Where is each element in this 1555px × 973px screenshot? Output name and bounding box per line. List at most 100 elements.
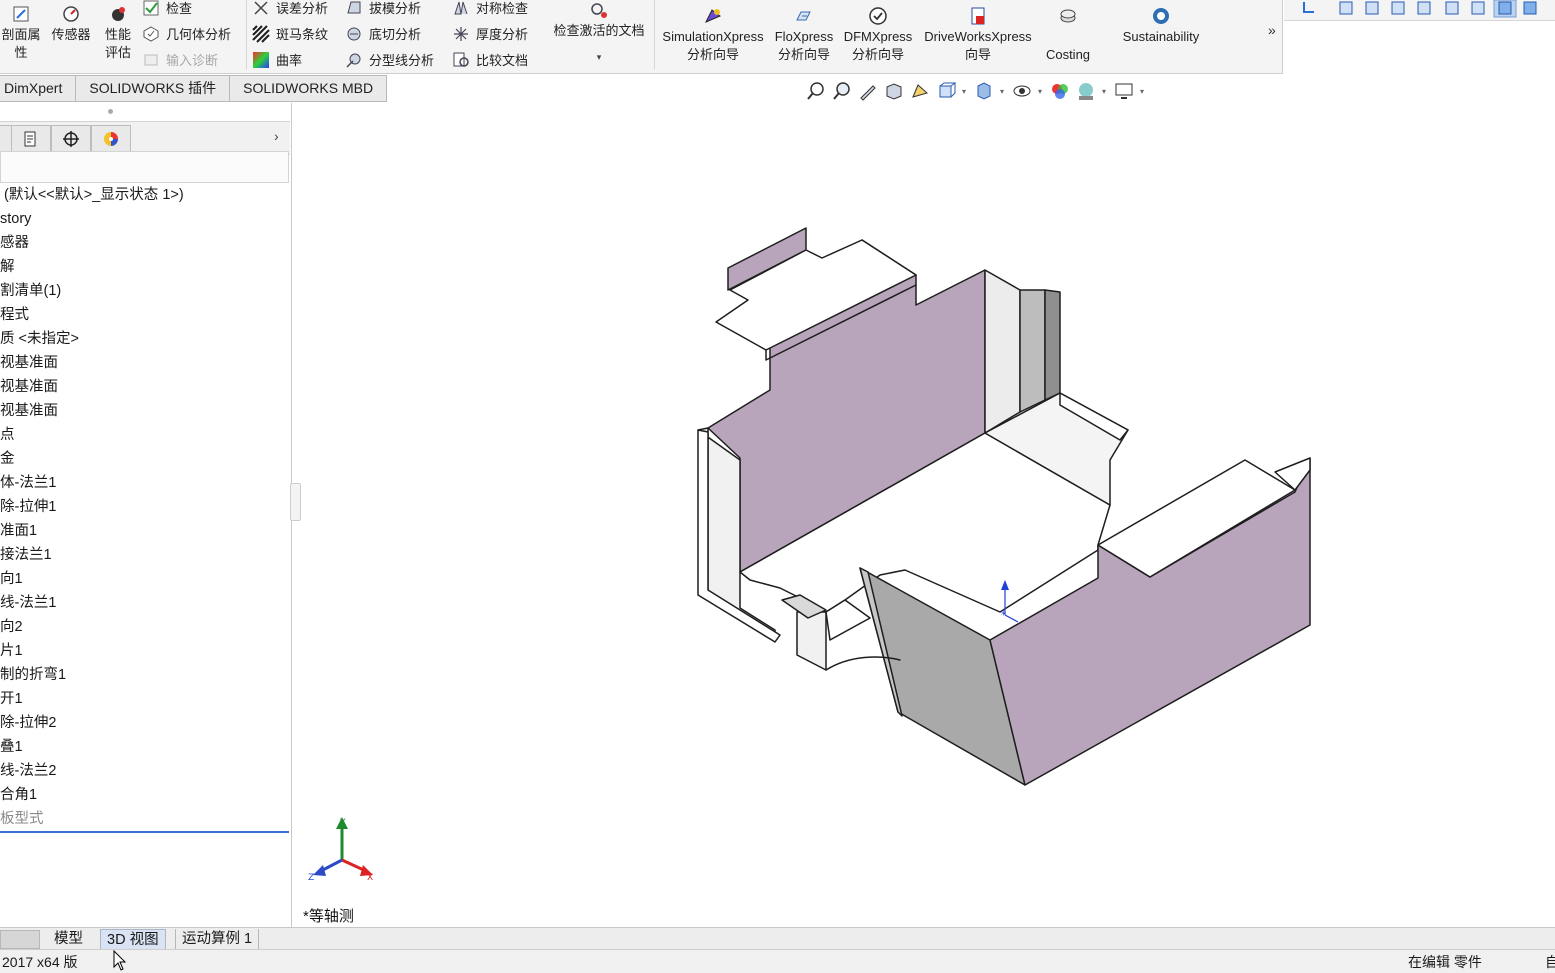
view-orientation-icons[interactable] (1296, 0, 1555, 18)
undercut-analysis-button[interactable]: 底切分析 (345, 24, 421, 43)
chevron-right-icon[interactable]: › (274, 128, 279, 144)
triad-z-label: Z (308, 873, 314, 883)
tree-node-line-flange-1[interactable]: 线-法兰1 (0, 591, 290, 615)
tree-node-sheet-metal[interactable]: 金 (0, 447, 290, 471)
compare-icon (453, 52, 469, 67)
tree-node-sensors[interactable]: 感器 (0, 231, 290, 255)
tab-display-manager[interactable] (91, 125, 131, 152)
tab-model[interactable]: 模型 (48, 929, 89, 949)
thickness-analysis-button[interactable]: 厚度分析 (452, 24, 528, 43)
heads-up-view-toolbar: ▾ ▾ ▾ ▾ ▾ (806, 80, 1146, 102)
floxpress-button[interactable]: FloXpress 分析向导 (770, 6, 838, 64)
driveworksxpress-button[interactable]: DriveWorksXpress 向导 (920, 6, 1036, 64)
symmetry-label: 对称检查 (476, 1, 529, 16)
panel-grip-icon[interactable] (108, 109, 113, 114)
tab-solidworks-mbd[interactable]: SOLIDWORKS MBD (230, 75, 388, 102)
tab-configuration-manager[interactable] (51, 125, 91, 152)
tree-node-cut-extrude-1[interactable]: 除-拉伸1 (0, 495, 290, 519)
geometry-analysis-button[interactable]: 几何体分析 (142, 24, 231, 43)
view-orientation-icon[interactable] (936, 81, 956, 101)
zoom-to-fit-icon[interactable] (806, 81, 826, 101)
tree-node-root-config[interactable]: (默认<<默认>_显示状态 1>) (0, 183, 290, 207)
driveworksxpress-line2: 向导 (964, 47, 991, 62)
tree-node-origin[interactable]: 点 (0, 423, 290, 447)
display-style-icon[interactable] (974, 81, 994, 101)
tab-dimxpert[interactable]: DimXpert (0, 75, 77, 102)
view-orientation-label: *等轴测 (303, 908, 354, 925)
undercut-icon (347, 27, 361, 40)
curvature-button[interactable]: 曲率 (252, 50, 302, 69)
chevron-down-icon[interactable]: ▾ (1102, 87, 1108, 96)
tab-solidworks-addins[interactable]: SOLIDWORKS 插件 (76, 75, 231, 102)
command-manager-tabs: DimXpert SOLIDWORKS 插件 SOLIDWORKS MBD (0, 75, 388, 102)
performance-evaluation-button[interactable]: 性能 评估 (100, 4, 136, 62)
check-button[interactable]: 检查 (142, 0, 192, 17)
tree-node-unfold-1[interactable]: 开1 (0, 687, 290, 711)
status-right-label[interactable]: 自 (1545, 952, 1555, 972)
symmetry-check-button[interactable]: 对称检查 (452, 0, 528, 17)
tree-node-plane-1[interactable]: 准面1 (0, 519, 290, 543)
deviation-analysis-button[interactable]: 误差分析 (252, 0, 328, 17)
feature-tree-filter[interactable] (0, 151, 289, 183)
dfmxpress-line2: 分析向导 (851, 47, 904, 62)
compare-documents-button[interactable]: 比较文档 (452, 50, 528, 69)
tree-node-direction-2[interactable]: 向2 (0, 615, 290, 639)
tree-node-direction-1[interactable]: 向1 (0, 567, 290, 591)
zoom-to-area-icon[interactable] (832, 81, 852, 101)
tree-node-flat-pattern[interactable]: 板型式 (0, 807, 290, 831)
section-view-icon[interactable] (884, 81, 904, 101)
tree-node-line-flange-2[interactable]: 线-法兰2 (0, 759, 290, 783)
chevron-down-icon[interactable]: ▾ (548, 48, 650, 66)
zebra-stripes-button[interactable]: 斑马条纹 (252, 24, 328, 43)
tree-node-right-plane[interactable]: 视基准面 (0, 399, 290, 423)
isometric-view-icon (1498, 1, 1512, 15)
dfmxpress-button[interactable]: DFMXpress 分析向导 (840, 6, 916, 64)
sensor-button[interactable]: 传感器 (48, 4, 94, 44)
simulationxpress-button[interactable]: SimulationXpress 分析向导 (658, 6, 768, 64)
dynamic-annotation-icon[interactable] (910, 81, 930, 101)
chevron-down-icon[interactable]: ▾ (1140, 87, 1146, 96)
dfmxpress-icon (869, 7, 887, 25)
check-active-document-button[interactable]: 检查激活的文档 ▾ (548, 0, 650, 66)
ribbon-separator (246, 0, 247, 70)
simulationxpress-line1: SimulationXpress (662, 29, 764, 44)
draft-icon (347, 1, 361, 13)
tree-node-cut-list[interactable]: 割清单(1) (0, 279, 290, 303)
chevron-down-icon[interactable]: ▾ (962, 87, 968, 96)
tree-node-history[interactable]: story (0, 207, 290, 231)
ribbon-overflow-chevron-icon[interactable]: » (1268, 22, 1276, 38)
sheet-metal-model-viewport[interactable]: * (680, 220, 1330, 800)
tree-node-top-plane[interactable]: 视基准面 (0, 375, 290, 399)
tree-node-annotations[interactable]: 解 (0, 255, 290, 279)
tree-node-equations[interactable]: 程式 (0, 303, 290, 327)
edit-appearance-icon[interactable] (1050, 81, 1070, 101)
parting-line-analysis-button[interactable]: 分型线分析 (345, 50, 434, 69)
tree-node-tab-1[interactable]: 片1 (0, 639, 290, 663)
chevron-down-icon[interactable]: ▾ (1000, 87, 1006, 96)
previous-view-icon[interactable] (858, 81, 878, 101)
tab-scroll-arrows-icon[interactable] (0, 930, 40, 949)
tree-node-miter-1[interactable]: 合角1 (0, 783, 290, 807)
import-diagnostics-button[interactable]: 输入诊断 (142, 50, 218, 69)
tree-node-material[interactable]: 质 <未指定> (0, 327, 290, 351)
section-properties-button[interactable]: 剖面属 性 (0, 4, 42, 62)
tab-motion-study-1[interactable]: 运动算例 1 (175, 929, 260, 949)
view-settings-icon[interactable] (1114, 81, 1134, 101)
panel-splitter-handle[interactable] (290, 483, 301, 521)
costing-button[interactable]: Costing (1040, 6, 1096, 64)
tree-node-sketched-bend-1[interactable]: 制的折弯1 (0, 663, 290, 687)
tree-node-front-plane[interactable]: 视基准面 (0, 351, 290, 375)
hide-show-items-icon[interactable] (1012, 81, 1032, 101)
apply-scene-icon[interactable] (1076, 81, 1096, 101)
draft-analysis-button[interactable]: 拔模分析 (345, 0, 421, 17)
tab-3d-views[interactable]: 3D 视图 (100, 929, 166, 951)
tree-node-edge-flange-1[interactable]: 接法兰1 (0, 543, 290, 567)
chevron-down-icon[interactable]: ▾ (1038, 87, 1044, 96)
tree-node-cut-extrude-2[interactable]: 除-拉伸2 (0, 711, 290, 735)
compare-label: 比较文档 (476, 53, 529, 68)
tree-node-base-flange[interactable]: 体-法兰1 (0, 471, 290, 495)
rollback-bar[interactable] (0, 831, 289, 833)
sustainability-button[interactable]: Sustainability (1116, 6, 1206, 46)
tree-node-fold-1[interactable]: 叠1 (0, 735, 290, 759)
tab-property-manager[interactable] (11, 125, 51, 152)
